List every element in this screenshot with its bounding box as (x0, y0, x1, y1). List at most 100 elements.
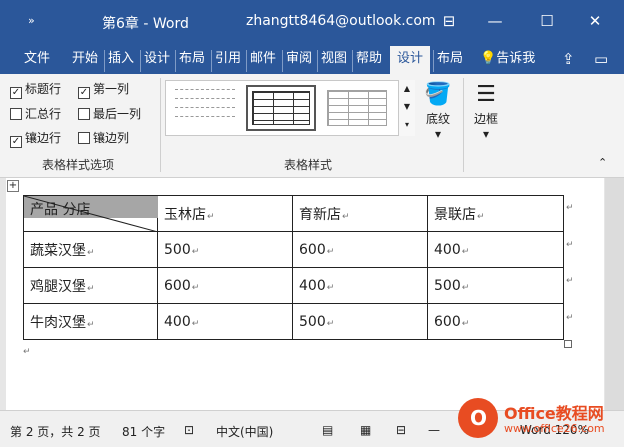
shading-label: 底纹 (425, 112, 450, 126)
vertical-scrollbar[interactable] (605, 178, 624, 410)
tab-mailings[interactable]: 邮件 (246, 50, 276, 72)
last-column-label: 最后一列 (93, 107, 142, 121)
header-cell-diagonal[interactable]: 产品 分店 (23, 195, 158, 232)
table-row: 牛肉汉堡↵ 400↵ 500↵ 600↵ (23, 303, 564, 340)
header-cell[interactable]: 玉林店↵ (157, 195, 293, 232)
borders-label: 边框 (473, 112, 498, 126)
header-cell[interactable]: 育新店↵ (292, 195, 428, 232)
data-table[interactable]: 产品 分店 玉林店↵ 育新店↵ 景联店↵ 蔬菜汉堡↵ 500↵ 600↵ 400… (23, 195, 564, 340)
first-column-checkbox[interactable]: ✓ 第一列 (78, 80, 130, 99)
tab-help[interactable]: 帮助 (352, 50, 382, 72)
banded-rows-checkbox[interactable]: ✓ 镶边行 (10, 129, 62, 148)
table-header-row: 产品 分店 玉林店↵ 育新店↵ 景联店↵ (23, 195, 564, 232)
header-row-checkbox[interactable]: ✓ 标题行 (10, 80, 62, 99)
zoom-slider[interactable]: — (428, 423, 440, 437)
comment-icon[interactable]: ▭ (594, 50, 608, 68)
proofing-icon[interactable]: ⊡ (184, 423, 194, 437)
group-divider (160, 78, 161, 172)
row-end-mark: ↵ (566, 203, 574, 213)
watermark-brand: Office教程网 (504, 404, 604, 423)
checkbox-checked-icon: ✓ (10, 136, 22, 148)
checkbox-unchecked-icon (78, 132, 90, 144)
close-button[interactable]: ✕ (584, 10, 606, 32)
row-end-mark: ↵ (566, 240, 574, 250)
web-layout-icon[interactable]: ⊟ (396, 423, 406, 437)
tab-file[interactable]: 文件 (24, 50, 50, 72)
banded-columns-label: 镶边列 (93, 131, 130, 145)
page-count[interactable]: 第 2 页，共 2 页 (10, 423, 101, 440)
table-cell[interactable]: 500↵ (292, 303, 428, 340)
document-title: 第6章 - Word (102, 16, 189, 32)
table-style-light[interactable] (322, 85, 392, 131)
table-cell[interactable]: 400↵ (427, 231, 564, 268)
table-cell[interactable]: 500↵ (157, 231, 293, 268)
group-divider (463, 78, 464, 172)
last-column-checkbox[interactable]: 最后一列 (78, 105, 141, 123)
watermark-url: www.office26.com (504, 422, 605, 435)
print-layout-icon[interactable]: ▦ (360, 423, 371, 437)
header-row-label: 标题行 (25, 82, 62, 96)
tab-layout[interactable]: 布局 (175, 50, 205, 72)
checkbox-checked-icon: ✓ (78, 87, 90, 99)
table-cell[interactable]: 600↵ (292, 231, 428, 268)
tab-table-design[interactable]: 设计 (390, 46, 431, 74)
chevron-down-icon: ▾ (434, 127, 442, 141)
tab-view[interactable]: 视图 (317, 50, 347, 72)
quick-access-more-icon[interactable]: » (28, 14, 35, 27)
tab-table-layout[interactable]: 布局 (433, 50, 463, 72)
tab-review[interactable]: 审阅 (282, 50, 312, 72)
tab-insert[interactable]: 插入 (104, 50, 134, 72)
tab-home[interactable]: 开始 (72, 50, 98, 72)
diagonal-line (24, 196, 158, 232)
table-cell[interactable]: 600↵ (427, 303, 564, 340)
tab-design[interactable]: 设计 (140, 50, 170, 72)
table-move-handle-icon[interactable]: + (7, 180, 19, 192)
lightbulb-icon: 💡 (480, 51, 497, 66)
table-resize-handle[interactable] (564, 340, 572, 348)
collapse-ribbon-icon[interactable]: ⌃ (598, 156, 607, 169)
watermark-logo: O Office教程网 www.office26.com (452, 396, 622, 444)
office-logo-letter: O (470, 406, 488, 430)
row-end-mark: ↵ (566, 313, 574, 323)
ribbon-body: ✓ 标题行 ✓ 第一列 汇总行 最后一列 ✓ 镶边行 镶边列 表格样式选项 ▲ ▼ ▾… (0, 74, 624, 178)
table-cell[interactable]: 牛肉汉堡↵ (23, 303, 158, 340)
checkbox-unchecked-icon (10, 108, 22, 120)
table-cell[interactable]: 400↵ (157, 303, 293, 340)
title-bar: » 第6章 - Word zhangtt8464@outlook.com ⊟ —… (0, 0, 624, 44)
table-cell[interactable]: 600↵ (157, 267, 293, 304)
share-icon[interactable]: ⇪ (562, 50, 575, 68)
table-cell[interactable]: 鸡腿汉堡↵ (23, 267, 158, 304)
banded-columns-checkbox[interactable]: 镶边列 (78, 129, 129, 147)
tab-references[interactable]: 引用 (211, 50, 241, 72)
minimize-button[interactable]: — (484, 10, 506, 32)
tab-tell-me[interactable]: 💡告诉我 (480, 50, 535, 72)
table-styles-group-label: 表格样式 (284, 158, 333, 172)
first-column-label: 第一列 (93, 82, 130, 96)
borders-button[interactable]: ☰ 边框 ▾ (468, 80, 504, 141)
ribbon-display-icon[interactable]: ⊟ (438, 10, 460, 32)
read-mode-icon[interactable]: ▤ (322, 423, 333, 437)
language-status[interactable]: 中文(中国) (216, 423, 273, 440)
checkbox-unchecked-icon (78, 108, 90, 120)
account-name[interactable]: zhangtt8464@outlook.com (246, 13, 436, 29)
banded-rows-label: 镶边行 (25, 131, 62, 145)
paragraph-mark: ↵ (23, 347, 31, 357)
table-cell[interactable]: 400↵ (292, 267, 428, 304)
header-cell[interactable]: 景联店↵ (427, 195, 564, 232)
maximize-button[interactable]: ☐ (536, 10, 558, 32)
ribbon-tabs: 文件 开始 插入 设计 布局 引用 邮件 审阅 视图 帮助 设计 布局 💡告诉我… (0, 44, 624, 74)
table-style-plain[interactable] (170, 85, 240, 131)
gallery-down-icon[interactable]: ▼ (399, 98, 415, 116)
checkbox-checked-icon: ✓ (10, 87, 22, 99)
word-count[interactable]: 81 个字 (122, 423, 165, 440)
total-row-checkbox[interactable]: 汇总行 (10, 105, 61, 123)
shading-button[interactable]: 🪣 底纹 ▾ (420, 80, 456, 141)
total-row-label: 汇总行 (25, 107, 62, 121)
table-cell[interactable]: 蔬菜汉堡↵ (23, 231, 158, 268)
table-style-grid-selected[interactable] (246, 85, 316, 131)
gallery-up-icon[interactable]: ▲ (399, 80, 415, 98)
gallery-scroll[interactable]: ▲ ▼ ▾ (398, 80, 415, 136)
table-cell[interactable]: 500↵ (427, 267, 564, 304)
gallery-more-icon[interactable]: ▾ (399, 116, 415, 134)
row-end-mark: ↵ (566, 276, 574, 286)
